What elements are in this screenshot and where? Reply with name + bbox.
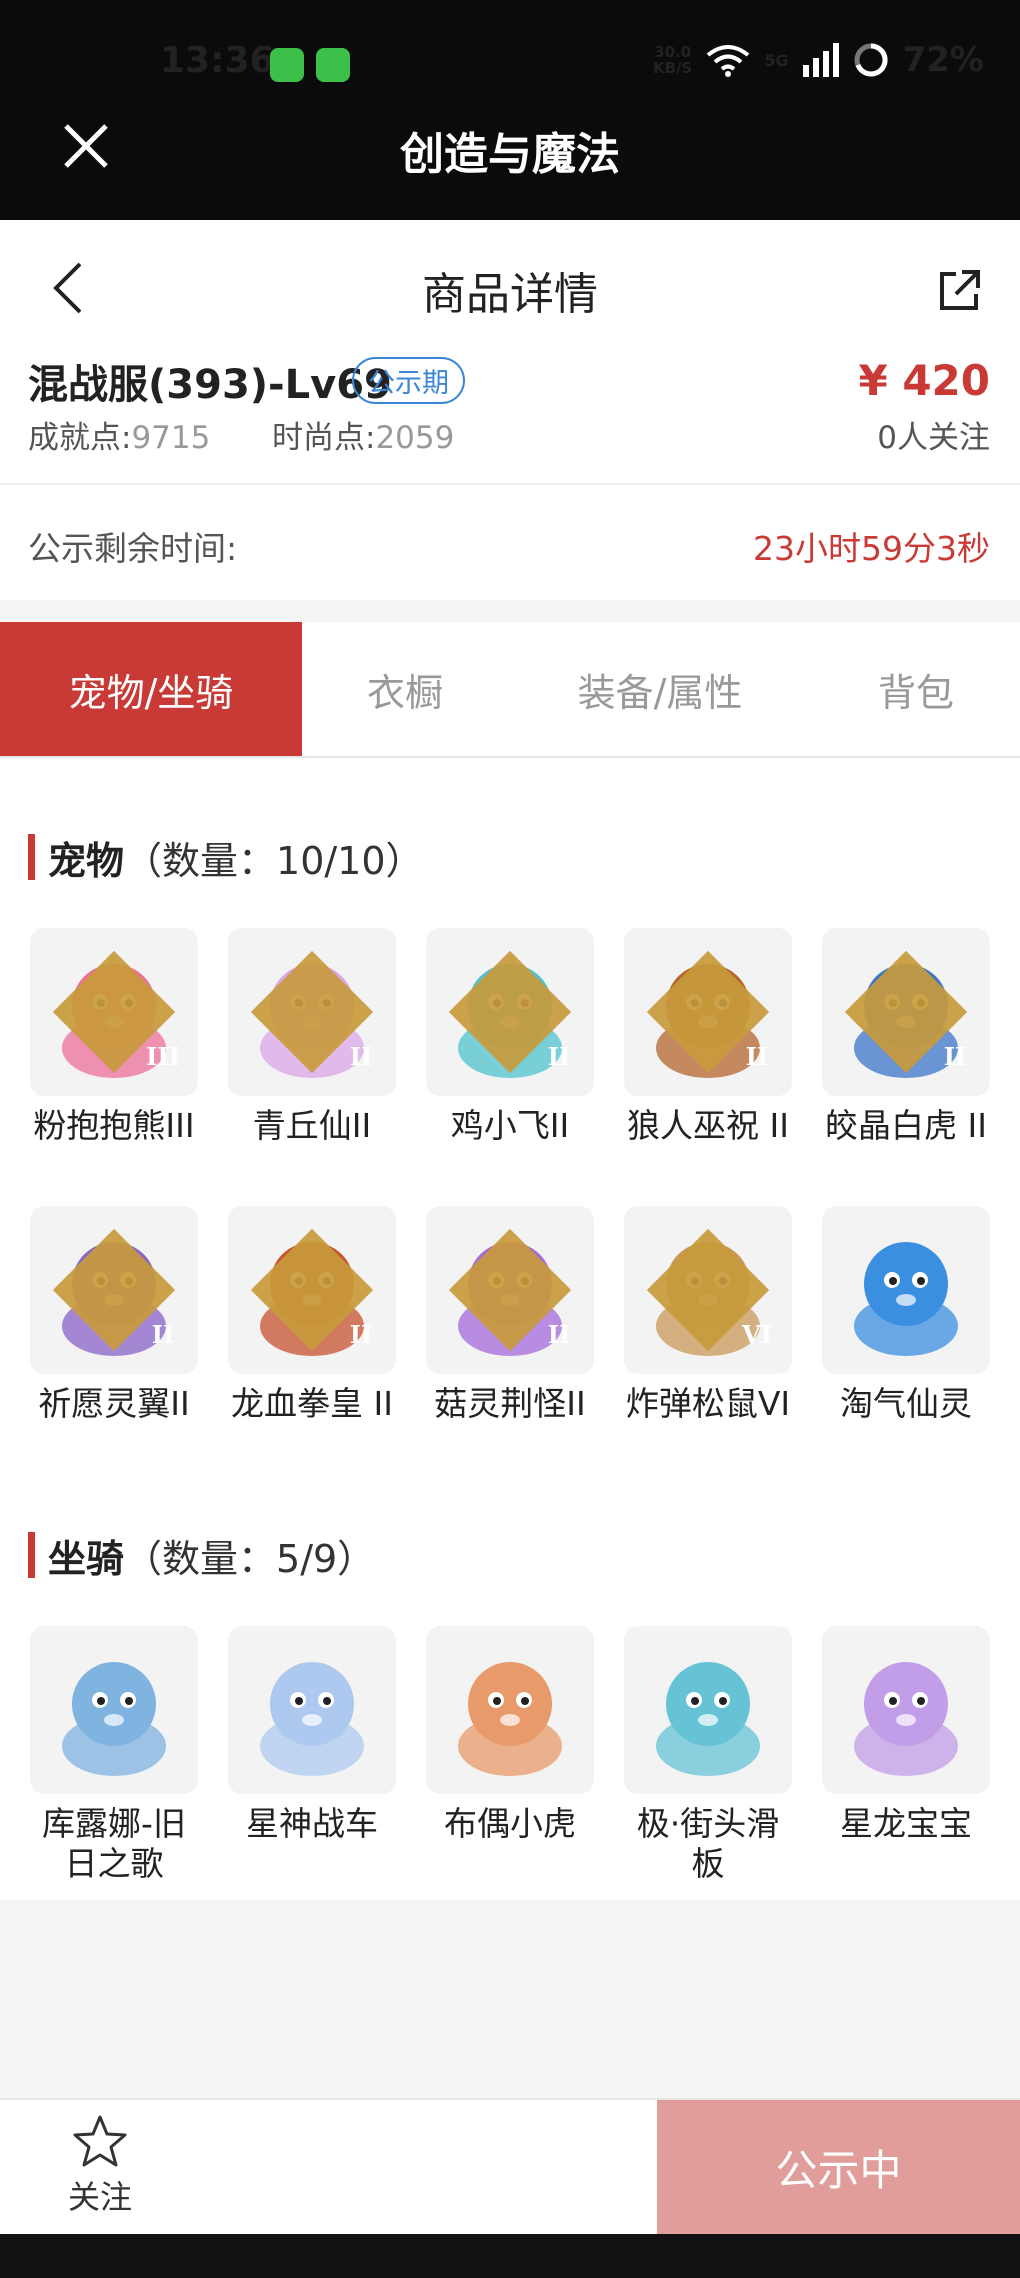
favorite-button[interactable]: 关注 xyxy=(60,2114,140,2218)
countdown-value: 23小时59分3秒 xyxy=(753,529,990,568)
pet-name: 青丘仙II xyxy=(252,1106,372,1145)
rank-label: II xyxy=(151,1320,175,1349)
creature-image xyxy=(854,1662,958,1776)
mount-name: 星龙宝宝 xyxy=(840,1804,972,1843)
mount-thumbnail xyxy=(624,1626,792,1794)
security-app-icon xyxy=(270,48,304,82)
share-icon[interactable] xyxy=(936,266,984,314)
pet-item[interactable]: II 鸡小飞II xyxy=(424,928,596,1146)
pet-item[interactable]: II 祈愿灵翼II xyxy=(28,1206,200,1424)
status-time: 13:36 xyxy=(160,40,275,81)
mount-name: 库露娜-旧日之歌 xyxy=(42,1804,186,1883)
net-speed: 30.0 KB/S xyxy=(653,43,693,77)
pet-item[interactable]: II 皎晶白虎 II xyxy=(820,928,992,1146)
mount-name: 布偶小虎 xyxy=(444,1804,576,1843)
page-title: 商品详情 xyxy=(422,269,598,320)
pet-thumbnail xyxy=(822,1206,990,1374)
mount-thumbnail xyxy=(426,1626,594,1794)
mount-thumbnail xyxy=(822,1626,990,1794)
star-icon xyxy=(73,2115,127,2167)
publicity-status-button[interactable]: 公示中 xyxy=(657,2100,1020,2234)
creature-image xyxy=(854,1242,958,1356)
price: ¥ 420 xyxy=(858,356,990,405)
pet-item[interactable]: II 青丘仙II xyxy=(226,928,398,1146)
follower-count: 0人关注 xyxy=(877,420,990,456)
pet-name: 菇灵荆怪II xyxy=(434,1384,586,1423)
section-marker xyxy=(28,1532,35,1578)
creature-image xyxy=(260,1662,364,1776)
mount-item[interactable]: 极·街头滑板 xyxy=(622,1626,794,1884)
signal-icon xyxy=(802,43,839,77)
mount-item[interactable]: 布偶小虎 xyxy=(424,1626,596,1844)
divider xyxy=(0,483,1020,485)
pet-item[interactable]: VI 炸弹松鼠VI xyxy=(622,1206,794,1424)
status-badge: 公示期 xyxy=(352,357,465,404)
rank-label: III xyxy=(146,1042,180,1071)
pet-item[interactable]: II 龙血拳皇 II xyxy=(226,1206,398,1424)
system-nav-bar xyxy=(0,2234,1020,2278)
rank-label: II xyxy=(349,1042,373,1071)
pet-thumbnail: II xyxy=(228,1206,396,1374)
pet-name: 粉抱抱熊III xyxy=(33,1106,195,1145)
mount-item[interactable]: 星神战车 xyxy=(226,1626,398,1844)
mount-item[interactable]: 星龙宝宝 xyxy=(820,1626,992,1844)
pets-section-title: 宠物（数量：10/10） xyxy=(48,839,424,883)
countdown-label: 公示剩余时间: xyxy=(28,529,238,568)
pet-thumbnail: II xyxy=(426,1206,594,1374)
favorite-label: 关注 xyxy=(67,2178,132,2216)
pet-item[interactable]: II 菇灵荆怪II xyxy=(424,1206,596,1424)
creature-image xyxy=(656,1662,760,1776)
network-type: 5G xyxy=(764,50,789,70)
pet-thumbnail: II xyxy=(30,1206,198,1374)
server-name: 混战服(393)-Lv69 xyxy=(28,362,392,408)
fashion-points: 时尚点:2059 xyxy=(272,420,455,456)
tab-backpack[interactable]: 背包 xyxy=(812,622,1020,756)
pet-thumbnail: II xyxy=(822,928,990,1096)
pet-name: 龙血拳皇 II xyxy=(231,1384,393,1423)
pet-thumbnail: II xyxy=(228,928,396,1096)
mount-name: 极·街头滑板 xyxy=(636,1804,780,1883)
wifi-icon xyxy=(707,45,750,77)
creature-image xyxy=(458,1662,562,1776)
pet-name: 皎晶白虎 II xyxy=(825,1106,987,1145)
message-app-icon xyxy=(316,48,350,82)
mount-thumbnail xyxy=(228,1626,396,1794)
battery-level: 72% xyxy=(902,40,984,80)
pet-thumbnail: II xyxy=(624,928,792,1096)
tab-wardrobe[interactable]: 衣橱 xyxy=(302,622,508,756)
rank-label: II xyxy=(349,1320,373,1349)
mount-thumbnail xyxy=(30,1626,198,1794)
rank-label: VI xyxy=(742,1320,772,1349)
achievement-points: 成就点:9715 xyxy=(28,420,211,456)
creature-image xyxy=(62,1662,166,1776)
rank-label: II xyxy=(547,1320,571,1349)
mount-item[interactable]: 库露娜-旧日之歌 xyxy=(28,1626,200,1884)
mounts-section-title: 坐骑（数量：5/9） xyxy=(48,1537,376,1581)
pet-name: 淘气仙灵 xyxy=(840,1384,972,1423)
pet-name: 炸弹松鼠VI xyxy=(625,1384,791,1423)
tab-pets-mounts[interactable]: 宠物/坐骑 xyxy=(0,622,302,756)
rank-label: II xyxy=(745,1042,769,1071)
pet-name: 狼人巫祝 II xyxy=(627,1106,789,1145)
app-title: 创造与魔法 xyxy=(400,129,620,180)
pet-item[interactable]: III 粉抱抱熊III xyxy=(28,928,200,1146)
rank-label: II xyxy=(943,1042,967,1071)
pet-thumbnail: VI xyxy=(624,1206,792,1374)
status-right: 30.0 KB/S 5G 72% xyxy=(653,40,984,80)
mount-name: 星神战车 xyxy=(246,1804,378,1843)
pet-name: 鸡小飞II xyxy=(450,1106,570,1145)
tab-equipment[interactable]: 装备/属性 xyxy=(508,622,812,756)
pet-thumbnail: III xyxy=(30,928,198,1096)
rank-label: II xyxy=(547,1042,571,1071)
section-marker xyxy=(28,834,35,880)
pet-thumbnail: II xyxy=(426,928,594,1096)
pet-item[interactable]: 淘气仙灵 xyxy=(820,1206,992,1424)
battery-icon xyxy=(854,43,888,77)
tab-bar: 宠物/坐骑 衣橱 装备/属性 背包 xyxy=(0,622,1020,758)
pet-name: 祈愿灵翼II xyxy=(38,1384,190,1423)
pet-item[interactable]: II 狼人巫祝 II xyxy=(622,928,794,1146)
